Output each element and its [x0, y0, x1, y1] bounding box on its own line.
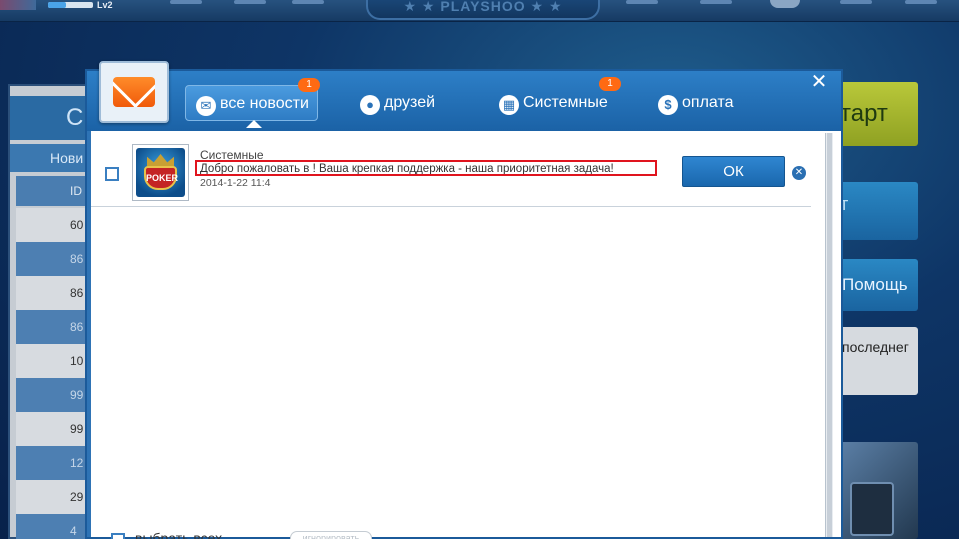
tab-label: все новости [220, 95, 309, 112]
tab-system[interactable]: ▦ Системные 1 [499, 77, 621, 121]
message-date: 2014-1-22 11:4 [200, 177, 271, 189]
ok-button[interactable]: ОК [682, 156, 785, 187]
room-list-id-header: ID [16, 176, 96, 206]
message-row: POKER Системные Добро пожаловать в ! Ваш… [91, 139, 811, 207]
help-button[interactable]: Помощь [840, 259, 918, 311]
room-list-tab-new[interactable]: Нови [10, 144, 96, 172]
sound-icon[interactable] [700, 0, 732, 4]
unread-badge: 1 [599, 77, 621, 91]
room-list-row[interactable]: 86 [16, 310, 96, 344]
game-logo: ★ ★ PLAYSHOO ★ ★ [366, 0, 600, 20]
room-list-row[interactable]: 86 [16, 276, 96, 310]
tab-label: Системные [523, 94, 608, 111]
messages-dialog: ✉ все новости 1 ● друзей ▦ Системные 1 $ опл… [85, 61, 843, 539]
message-thumbnail: POKER [132, 144, 189, 201]
select-all-checkbox[interactable] [111, 533, 125, 539]
person-icon: ● [360, 95, 380, 115]
room-list-row[interactable]: 99 [16, 412, 96, 446]
room-list-row[interactable]: 60 [16, 208, 96, 242]
message-checkbox[interactable] [105, 167, 119, 181]
player-level: Lv2 [97, 0, 113, 10]
tab-label: оплата [682, 94, 734, 111]
tab-label: друзей [384, 94, 436, 111]
tab-friends[interactable]: ● друзей [360, 85, 435, 121]
profile-icon[interactable] [770, 0, 800, 8]
unread-badge: 1 [298, 78, 320, 92]
poker-logo-icon: POKER [136, 148, 185, 197]
recent-button[interactable]: последнег [840, 327, 918, 395]
highlight-box [195, 160, 657, 176]
ignore-button[interactable]: игнорировать [290, 531, 372, 539]
room-list-row[interactable]: 99 [16, 378, 96, 412]
poker-shield: POKER [144, 166, 178, 190]
top-bar: Lv2 ★ ★ PLAYSHOO ★ ★ [0, 0, 959, 22]
promo-banner[interactable] [840, 442, 918, 539]
xp-progress-bar [48, 2, 93, 8]
close-icon[interactable]: ✕ [800, 71, 838, 93]
scrollbar[interactable] [825, 133, 833, 537]
rank-icon[interactable] [292, 0, 324, 4]
tab-all-news[interactable]: ✉ все новости 1 [185, 78, 320, 128]
fullscreen-icon[interactable] [905, 0, 937, 4]
room-list-row[interactable]: 10 [16, 344, 96, 378]
delete-icon[interactable]: ✕ [792, 166, 806, 180]
shop-icon[interactable] [234, 0, 266, 4]
dollar-icon: $ [658, 95, 678, 115]
dialog-header: ✉ все новости 1 ● друзей ▦ Системные 1 $ опл… [87, 61, 841, 131]
room-list-row[interactable]: 12 [16, 446, 96, 480]
settings-icon[interactable] [840, 0, 872, 4]
room-list-row[interactable]: 29 [16, 480, 96, 514]
grid-icon: ▦ [499, 95, 519, 115]
room-list-row[interactable]: 4 [16, 514, 96, 539]
start-button[interactable]: тарт [840, 82, 918, 146]
room-list-row[interactable]: 86 [16, 242, 96, 276]
select-all-label: выбрать всех [135, 530, 223, 539]
menu-icon[interactable] [170, 0, 202, 4]
mail-top-icon[interactable] [626, 0, 658, 4]
mail-icon: ✉ [196, 96, 216, 116]
scrollbar-thumb[interactable] [827, 133, 832, 537]
lobby-button[interactable]: т [840, 182, 918, 240]
room-list-title: С [10, 96, 96, 140]
envelope-icon [113, 77, 155, 107]
tab-payment[interactable]: $ оплата [658, 85, 734, 121]
player-avatar[interactable] [0, 0, 36, 10]
mailbox-tile [99, 61, 169, 123]
